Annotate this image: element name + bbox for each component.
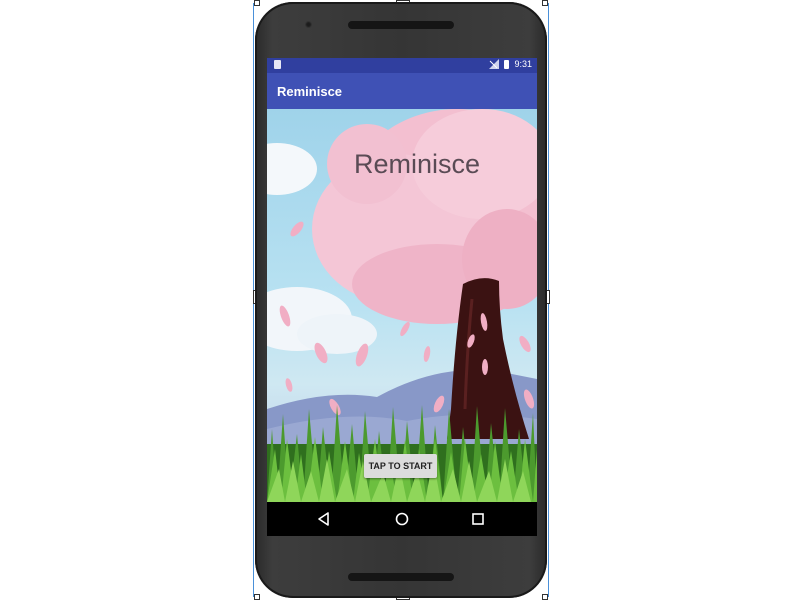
- battery-icon: [504, 59, 510, 69]
- signal-icon: [489, 59, 500, 69]
- blossom-canopy: [312, 109, 537, 324]
- home-icon[interactable]: [394, 511, 410, 527]
- recents-icon[interactable]: [470, 511, 486, 527]
- splash-content: Reminisce TAP TO START: [267, 109, 537, 502]
- front-camera-icon: [305, 21, 312, 28]
- status-time: 9:31: [514, 59, 532, 69]
- resize-handle[interactable]: [542, 0, 548, 6]
- phone-screen: 9:31 Reminisce Reminisce TAP TO START: [267, 58, 537, 536]
- resize-handle[interactable]: [542, 594, 548, 600]
- app-bar: Reminisce: [267, 73, 537, 109]
- resize-handle[interactable]: [254, 0, 260, 6]
- app-bar-title: Reminisce: [277, 84, 343, 99]
- resize-handle[interactable]: [254, 594, 260, 600]
- status-bar: 9:31: [267, 58, 537, 73]
- back-icon[interactable]: [316, 511, 332, 527]
- bottom-speaker: [348, 573, 454, 581]
- sim-card-icon: [274, 60, 281, 69]
- splash-title: Reminisce: [353, 149, 481, 179]
- navigation-bar: [267, 502, 537, 536]
- tap-to-start-button[interactable]: TAP TO START: [364, 454, 437, 478]
- earpiece-speaker: [348, 21, 454, 29]
